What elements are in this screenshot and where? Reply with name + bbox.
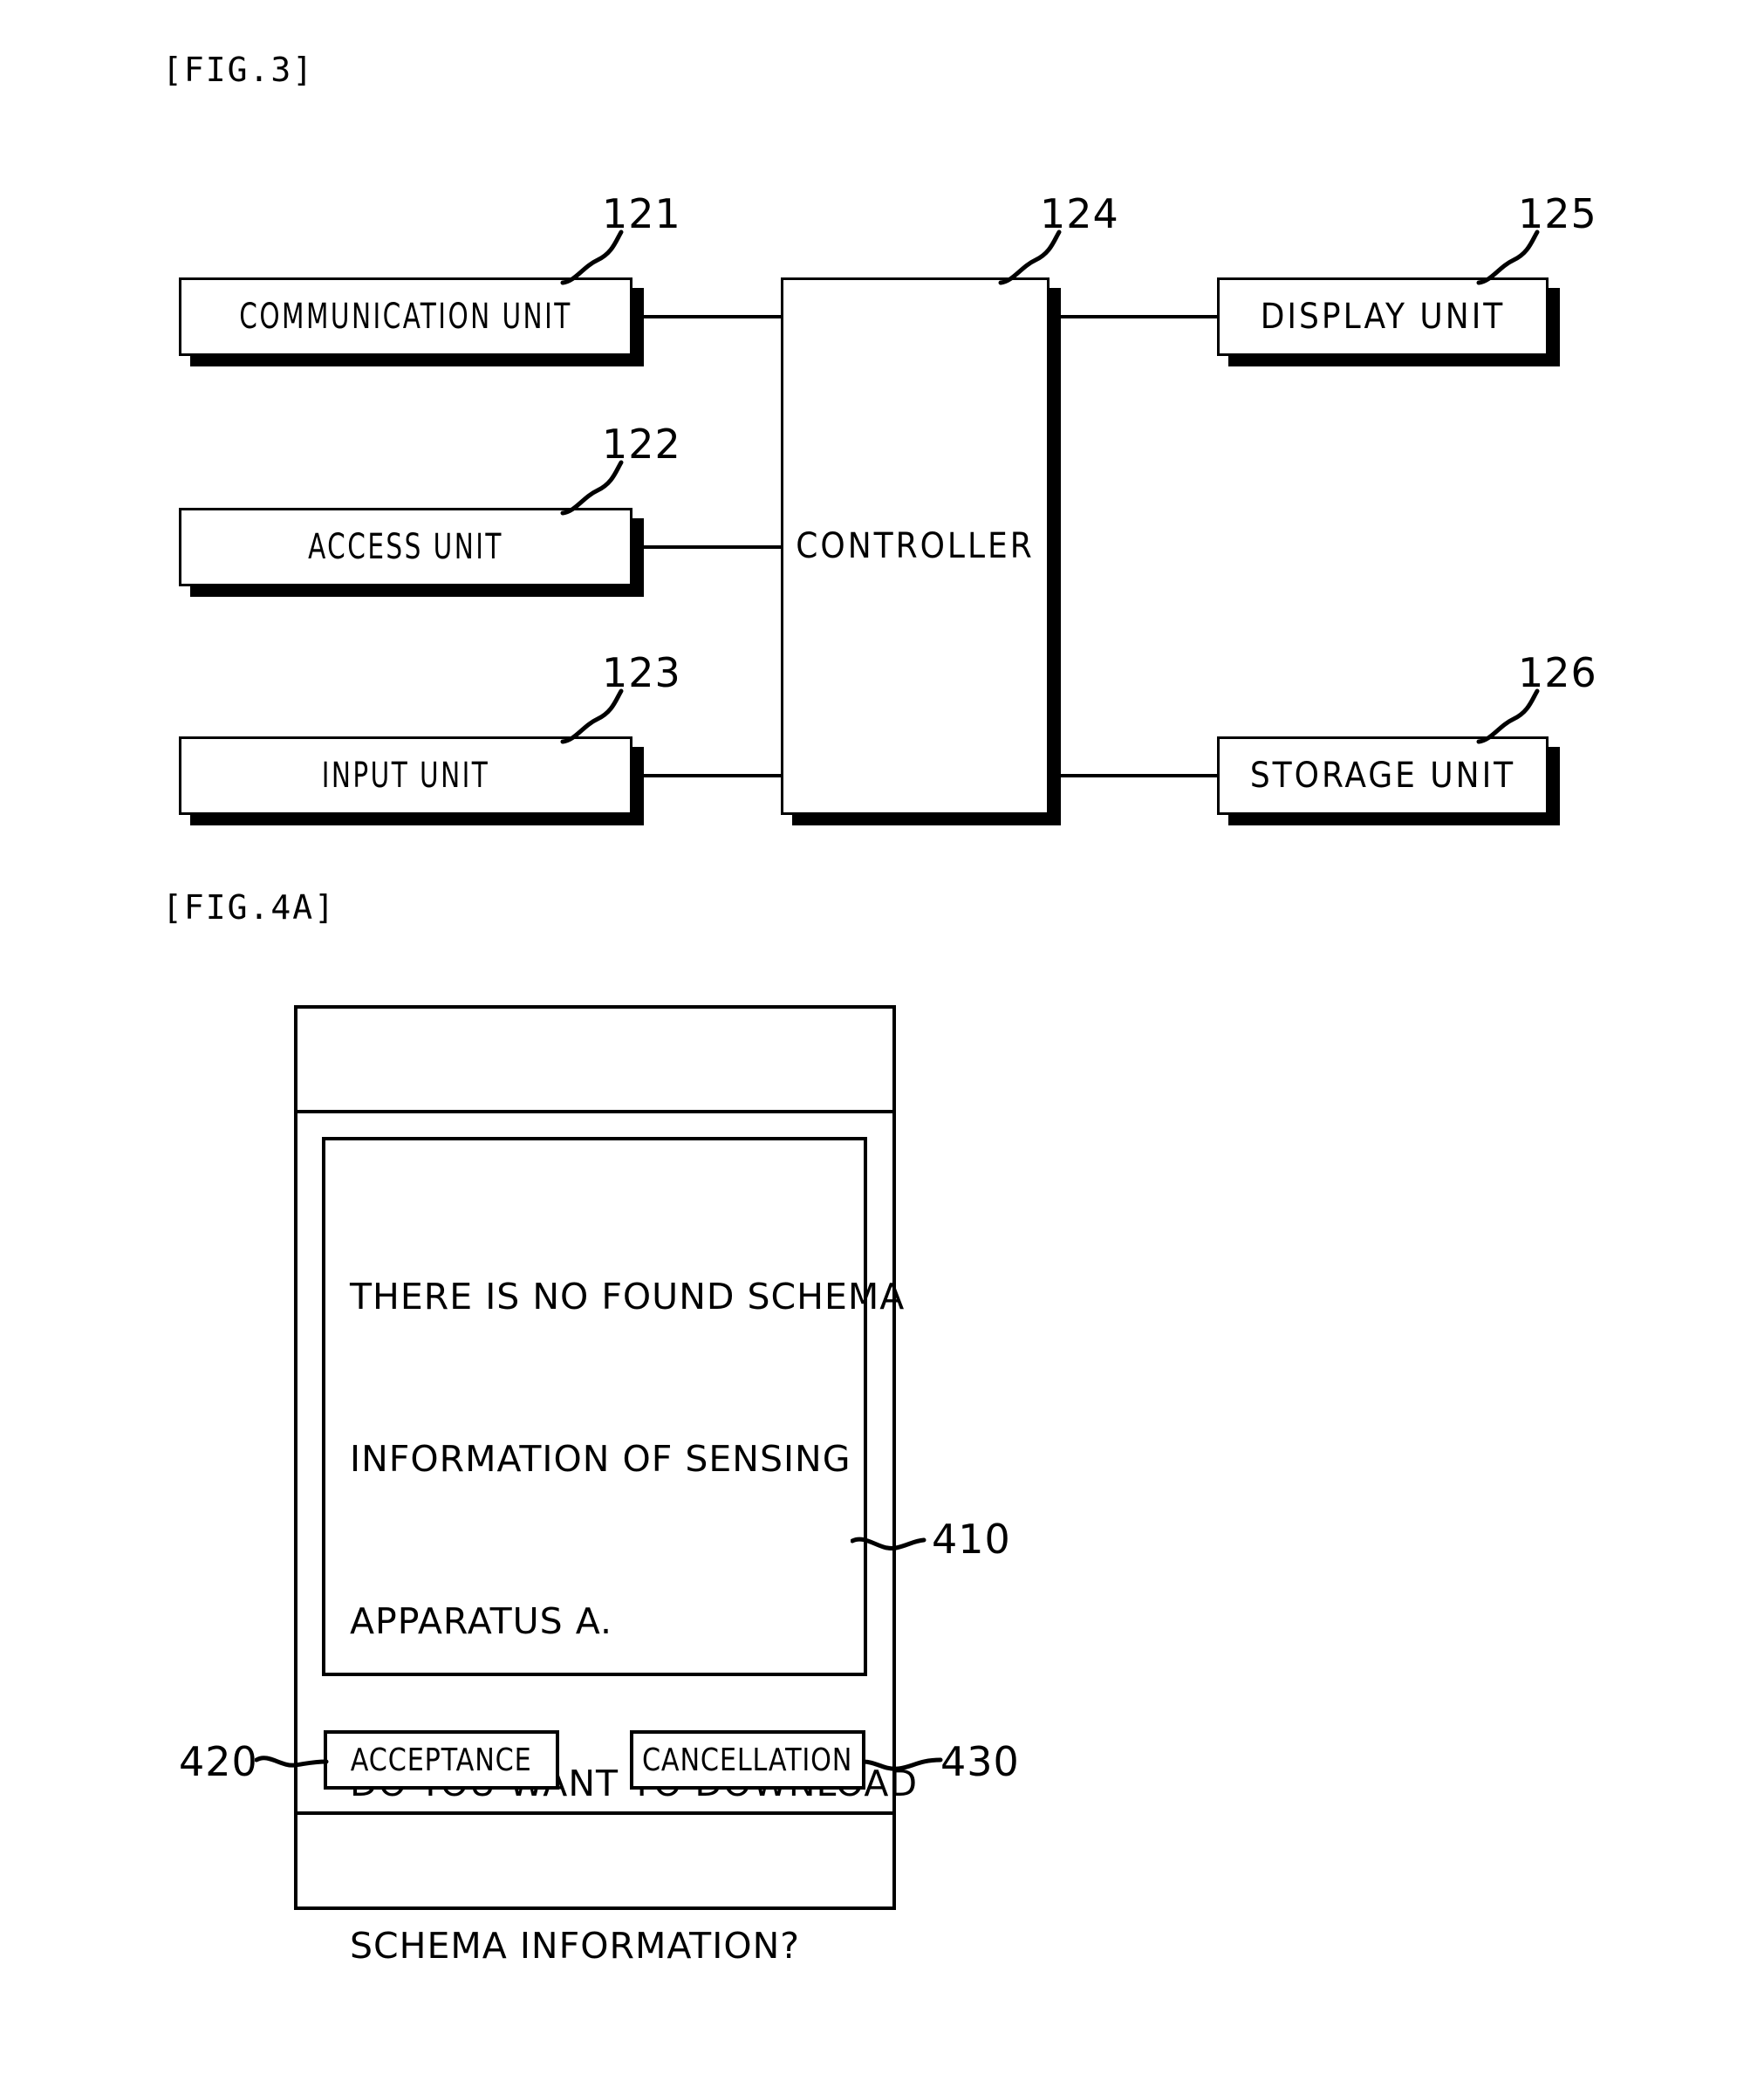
acceptance-button[interactable]: ACCEPTANCE — [324, 1730, 559, 1790]
controller-block: CONTROLLER — [781, 277, 1050, 815]
leader-122 — [560, 460, 624, 516]
acceptance-button-label: ACCEPTANCE — [351, 1742, 532, 1778]
input-unit-label: INPUT UNIT — [321, 756, 490, 796]
connector-communication-controller — [632, 315, 783, 318]
figure-4a-caption: [FIG.4A] — [162, 888, 337, 927]
leader-430 — [862, 1757, 943, 1771]
leader-124 — [998, 229, 1062, 285]
communication-unit-label: COMMUNICATION UNIT — [239, 297, 572, 337]
access-unit-label: ACCESS UNIT — [308, 527, 503, 567]
dialog-line-5: SCHEMA INFORMATION? — [350, 1925, 801, 1967]
leader-123 — [560, 688, 624, 744]
connector-access-controller — [632, 545, 783, 549]
cancellation-button[interactable]: CANCELLATION — [630, 1730, 865, 1790]
device-top-bar-divider — [294, 1110, 896, 1113]
connector-controller-storage — [1061, 774, 1219, 777]
connector-input-controller — [632, 774, 783, 777]
controller-label: CONTROLLER — [796, 526, 1035, 566]
leader-410 — [851, 1537, 926, 1550]
leader-121 — [560, 229, 624, 285]
figure-3-caption: [FIG.3] — [162, 51, 315, 89]
dialog-line-3: APPARATUS A. — [350, 1600, 613, 1642]
leader-420 — [255, 1756, 329, 1768]
cancellation-button-label: CANCELLATION — [642, 1742, 853, 1778]
dialog-line-2: INFORMATION OF SENSING — [350, 1438, 851, 1480]
ref-420: 420 — [179, 1738, 258, 1785]
connector-controller-display — [1061, 315, 1219, 318]
leader-125 — [1476, 229, 1540, 285]
schema-dialog-box: THERE IS NO FOUND SCHEMA INFORMATION OF … — [322, 1137, 917, 1967]
patent-drawing-sheet: [FIG.3] COMMUNICATION UNIT 121 ACCESS UN… — [0, 0, 1764, 2077]
leader-126 — [1476, 688, 1540, 744]
display-unit-label: DISPLAY UNIT — [1260, 297, 1506, 337]
storage-unit-label: STORAGE UNIT — [1249, 756, 1516, 796]
ref-430: 430 — [940, 1738, 1020, 1785]
dialog-line-1: THERE IS NO FOUND SCHEMA — [350, 1276, 906, 1318]
dialog-message-text: THERE IS NO FOUND SCHEMA INFORMATION OF … — [350, 1161, 917, 2081]
